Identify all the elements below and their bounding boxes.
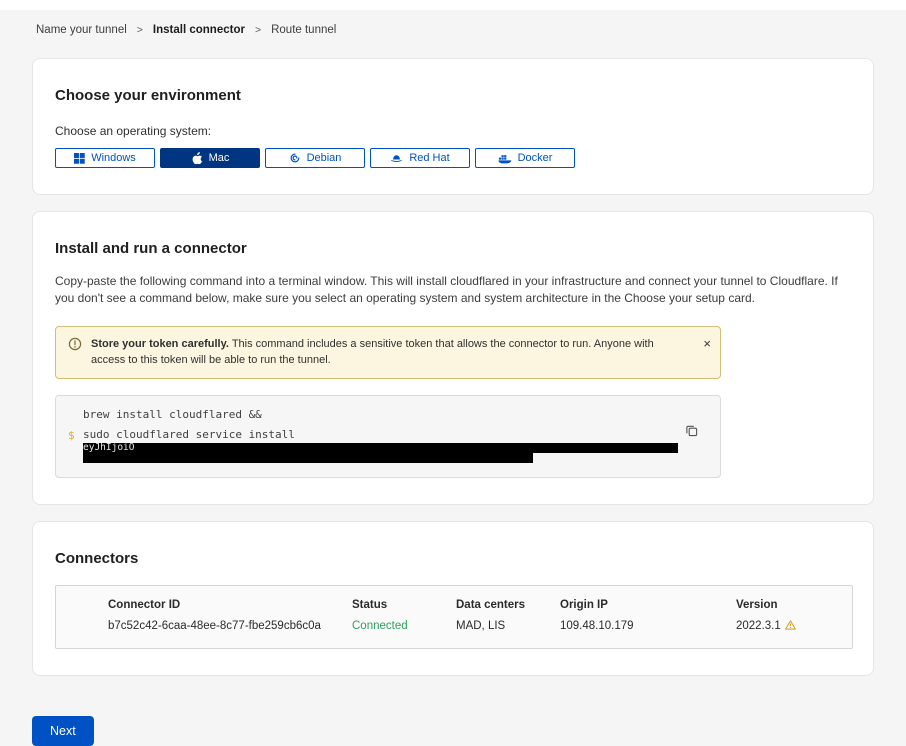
col-header-origin-ip: Origin IP (560, 599, 736, 611)
table-row: b7c52c42-6caa-48ee-8c77-fbe259cb6c0a Con… (108, 620, 852, 633)
debian-icon (289, 152, 301, 164)
col-header-data-centers: Data centers (456, 599, 560, 611)
token-prefix: eyJhIjoiO (83, 443, 134, 453)
table-header-row: Connector ID Status Data centers Origin … (108, 599, 852, 611)
close-icon[interactable]: × (703, 337, 711, 350)
col-header-status: Status (352, 599, 456, 611)
redacted-token-bar (83, 453, 533, 463)
connector-id-cell: b7c52c42-6caa-48ee-8c77-fbe259cb6c0a (108, 620, 352, 632)
origin-ip-cell: 109.48.10.179 (560, 620, 736, 632)
install-card-description: Copy-paste the following command into a … (55, 273, 851, 308)
shell-prompt: $ (68, 429, 75, 442)
os-button-windows[interactable]: Windows (55, 148, 155, 168)
next-button[interactable]: Next (32, 716, 94, 746)
install-connector-card: Install and run a connector Copy-paste t… (32, 211, 874, 505)
breadcrumb-item-install-connector[interactable]: Install connector (153, 24, 245, 36)
redacted-token-bar: eyJhIjoiO (83, 443, 678, 453)
breadcrumb: Name your tunnel > Install connector > R… (36, 24, 874, 36)
windows-icon (74, 153, 85, 164)
col-header-connector-id: Connector ID (108, 599, 352, 611)
copy-icon[interactable] (685, 424, 698, 440)
token-warning-banner: Store your token carefully. This command… (55, 326, 721, 379)
os-button-label: Debian (307, 152, 342, 164)
docker-icon (498, 153, 512, 164)
breadcrumb-item-name-your-tunnel[interactable]: Name your tunnel (36, 24, 127, 36)
warning-text: Store your token carefully. This command… (91, 336, 686, 369)
breadcrumb-separator: > (137, 24, 143, 36)
os-select-label: Choose an operating system: (55, 124, 851, 138)
os-button-label: Windows (91, 152, 136, 164)
install-card-title: Install and run a connector (55, 240, 851, 257)
os-button-label: Mac (209, 152, 230, 164)
version-value: 2022.3.1 (736, 620, 781, 632)
os-button-label: Docker (518, 152, 553, 164)
breadcrumb-item-route-tunnel[interactable]: Route tunnel (271, 24, 336, 36)
version-cell: 2022.3.1 (736, 620, 852, 633)
warning-title: Store your token carefully. (91, 338, 229, 350)
code-line-2: sudo cloudflared service install (83, 428, 680, 441)
os-button-group: Windows Mac Debian Red Hat (55, 148, 851, 168)
tunnel-setup-page: Name your tunnel > Install connector > R… (0, 24, 906, 746)
os-button-debian[interactable]: Debian (265, 148, 365, 168)
col-header-version: Version (736, 599, 852, 611)
connectors-card: Connectors Connector ID Status Data cent… (32, 521, 874, 676)
alert-circle-icon (68, 337, 82, 357)
connectors-card-title: Connectors (55, 550, 851, 567)
connectors-table: Connector ID Status Data centers Origin … (55, 585, 853, 649)
redhat-icon (390, 153, 403, 164)
breadcrumb-separator: > (255, 24, 261, 36)
status-badge: Connected (352, 620, 456, 632)
code-line-1: brew install cloudflared && (83, 408, 680, 421)
apple-icon (191, 152, 203, 165)
top-strip (0, 0, 906, 10)
environment-card-title: Choose your environment (55, 87, 851, 104)
code-block: $ brew install cloudflared && sudo cloud… (55, 395, 721, 478)
os-button-label: Red Hat (409, 152, 449, 164)
environment-card: Choose your environment Choose an operat… (32, 58, 874, 195)
os-button-docker[interactable]: Docker (475, 148, 575, 168)
version-warning-icon (785, 620, 796, 633)
os-button-redhat[interactable]: Red Hat (370, 148, 470, 168)
data-centers-cell: MAD, LIS (456, 620, 560, 632)
os-button-mac[interactable]: Mac (160, 148, 260, 168)
